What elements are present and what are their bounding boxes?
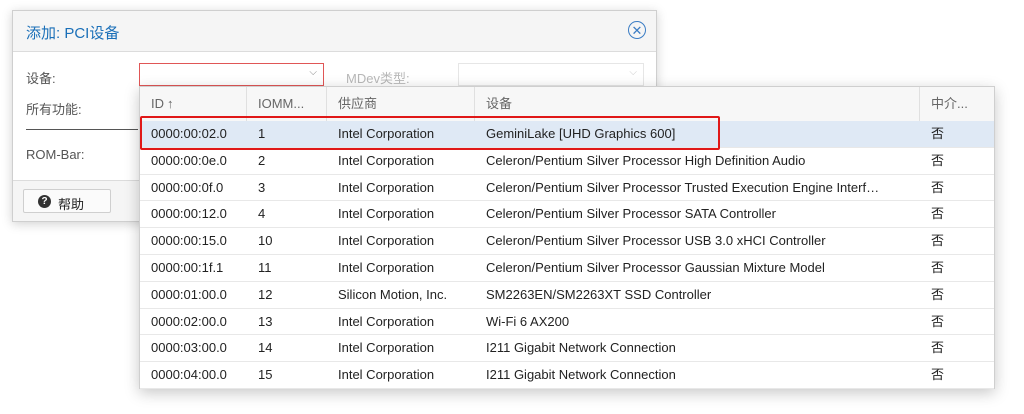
cell-mediated: 否 [931, 206, 945, 222]
table-row[interactable]: 0000:00:0f.0 3 Intel Corporation Celeron/Pe… [140, 175, 994, 202]
cell-device: I211 Gigabit Network Connection [486, 340, 676, 356]
table-row[interactable]: 0000:03:00.0 14 Intel Corporation I211 Giga… [140, 335, 994, 363]
cell-mediated: 否 [931, 179, 945, 195]
cell-id: 0000:00:1f.1 [151, 260, 224, 275]
cell-vendor: Intel Corporation [338, 206, 435, 222]
table-row[interactable]: 0000:00:15.0 10 Intel Corporation Celeron/P… [140, 228, 994, 255]
cell-vendor: Intel Corporation [338, 126, 435, 141]
mdev-type-label: MDev类型: [346, 71, 410, 86]
dialog-header: 添加: PCI设备 ✕ [13, 11, 656, 52]
cell-mediated: 否 [931, 286, 945, 302]
table-row[interactable]: 0000:04:00.0 15 Intel Corporation I211 Giga… [140, 362, 994, 389]
rom-bar-label: ROM-Bar: [26, 147, 85, 162]
cell-id: 0000:03:00.0 [151, 340, 227, 356]
cell-iommu: 11 [258, 260, 272, 275]
cell-iommu: 2 [258, 152, 266, 168]
device-label: 设备: [26, 71, 56, 86]
cell-device: Celeron/Pentium Silver Processor SATA Co… [486, 206, 776, 222]
column-header-device[interactable]: 设备 [475, 87, 920, 121]
help-button[interactable]: ? 帮助 [23, 189, 111, 213]
cell-vendor: Silicon Motion, Inc. [338, 286, 448, 302]
cell-id: 0000:02:00.0 [151, 313, 227, 329]
cell-mediated: 否 [931, 340, 945, 356]
cell-id: 0000:00:02.0 [151, 126, 227, 141]
cell-device: GeminiLake [UHD Graphics 600] [486, 126, 676, 141]
cell-iommu: 10 [258, 233, 273, 249]
column-header-id[interactable]: ID ↑ [140, 87, 247, 121]
mdev-type-select[interactable]: ⌵ [458, 63, 644, 86]
column-header-vendor[interactable]: 供应商 [327, 87, 475, 121]
table-row[interactable]: 0000:00:1f.1 11 Intel Corporation Celeron/P… [140, 255, 994, 282]
cell-mediated: 否 [931, 260, 945, 275]
cell-vendor: Intel Corporation [338, 152, 435, 168]
cell-device: Celeron/Pentium Silver Processor USB 3.0… [486, 233, 826, 249]
cell-mediated: 否 [931, 152, 945, 168]
cell-vendor: Intel Corporation [338, 340, 435, 356]
cell-vendor: Intel Corporation [338, 367, 435, 383]
cell-iommu: 13 [258, 313, 273, 329]
sort-ascending-icon: ↑ [167, 96, 174, 111]
pci-device-grid: ID ↑ IOMM... 供应商 设备 中介... 0000:00:02.0 1 In… [139, 86, 995, 389]
cell-vendor: Intel Corporation [338, 260, 435, 275]
cell-iommu: 12 [258, 286, 273, 302]
dialog-title: 添加: PCI设备 [26, 25, 120, 42]
column-header-iommu[interactable]: IOMM... [247, 87, 327, 121]
column-header-id-label: ID [151, 96, 164, 111]
cell-vendor: Intel Corporation [338, 233, 435, 249]
cell-mediated: 否 [931, 367, 945, 383]
cell-id: 0000:00:15.0 [151, 233, 227, 249]
cell-device: I211 Gigabit Network Connection [486, 367, 676, 383]
cell-device: Celeron/Pentium Silver Processor Trusted… [486, 179, 880, 195]
chevron-down-icon: ⌵ [629, 67, 637, 78]
cell-id: 0000:00:0e.0 [151, 152, 227, 168]
all-functions-label: 所有功能: [26, 102, 82, 117]
cell-device: Celeron/Pentium Silver Processor High De… [486, 152, 806, 168]
table-row[interactable]: 0000:01:00.0 12 Silicon Motion, Inc. SM2263… [140, 282, 994, 309]
cell-iommu: 4 [258, 206, 266, 222]
cell-device: Celeron/Pentium Silver Processor Gaussia… [486, 260, 825, 275]
table-row[interactable]: 0000:00:02.0 1 Intel Corporation GeminiLake… [140, 121, 994, 148]
table-row[interactable]: 0000:00:12.0 4 Intel Corporation Celeron/Pe… [140, 201, 994, 229]
cell-iommu: 1 [258, 126, 266, 141]
chevron-down-icon[interactable]: ⌵ [309, 67, 317, 78]
help-button-label: 帮助 [58, 197, 85, 212]
device-select[interactable]: ⌵ [139, 63, 324, 86]
cell-id: 0000:00:0f.0 [151, 179, 224, 195]
column-header-mediated[interactable]: 中介... [920, 87, 994, 121]
cell-vendor: Intel Corporation [338, 179, 435, 195]
cell-device: Wi-Fi 6 AX200 [486, 313, 570, 329]
cell-id: 0000:01:00.0 [151, 286, 227, 302]
cell-mediated: 否 [931, 126, 945, 141]
cell-iommu: 15 [258, 367, 273, 383]
divider [26, 129, 138, 130]
close-icon[interactable]: ✕ [628, 21, 646, 39]
grid-header: ID ↑ IOMM... 供应商 设备 中介... [140, 87, 994, 122]
question-icon: ? [38, 195, 51, 208]
cell-iommu: 3 [258, 179, 266, 195]
table-row[interactable]: 0000:00:0e.0 2 Intel Corporation Celeron/Pe… [140, 148, 994, 175]
cell-id: 0000:04:00.0 [151, 367, 227, 383]
table-row[interactable]: 0000:02:00.0 13 Intel Corporation Wi-Fi 6 A… [140, 309, 994, 336]
cell-vendor: Intel Corporation [338, 313, 435, 329]
cell-mediated: 否 [931, 233, 945, 249]
cell-device: SM2263EN/SM2263XT SSD Controller [486, 286, 712, 302]
cell-mediated: 否 [931, 313, 945, 329]
cell-id: 0000:00:12.0 [151, 206, 227, 222]
cell-iommu: 14 [258, 340, 273, 356]
